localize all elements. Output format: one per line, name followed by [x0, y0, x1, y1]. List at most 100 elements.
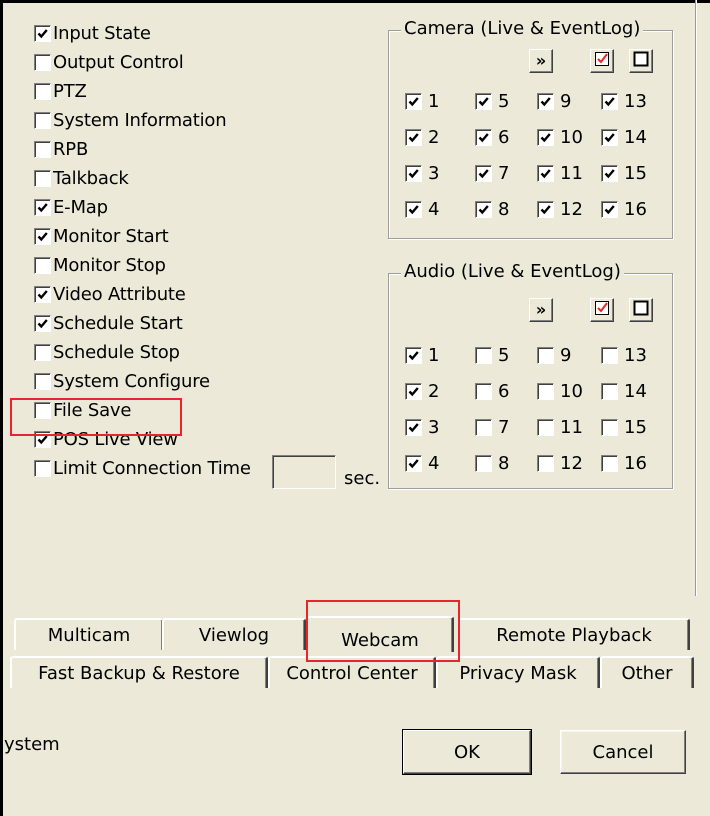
tab-webcam[interactable]: Webcam [306, 616, 454, 652]
audio-channel-checkbox[interactable] [405, 418, 422, 436]
audio-channel[interactable]: 7 [475, 416, 509, 438]
camera-next-button[interactable]: » [529, 49, 553, 73]
camera-channel-checkbox[interactable] [475, 164, 492, 182]
camera-channel[interactable]: 14 [601, 126, 647, 148]
permission-row[interactable]: PTZ [34, 78, 87, 105]
permission-row[interactable]: RPB [34, 136, 88, 163]
limit-connection-time-input[interactable] [272, 455, 336, 489]
camera-channel-checkbox[interactable] [601, 128, 618, 146]
audio-channel[interactable]: 15 [601, 416, 647, 438]
audio-channel[interactable]: 14 [601, 380, 647, 402]
audio-channel-checkbox[interactable] [475, 418, 492, 436]
camera-channel[interactable]: 2 [405, 126, 439, 148]
camera-channel-checkbox[interactable] [405, 164, 422, 182]
permission-row[interactable]: System Configure [34, 368, 210, 395]
camera-channel[interactable]: 11 [537, 162, 583, 184]
permission-checkbox[interactable] [34, 112, 51, 129]
permission-checkbox[interactable] [34, 54, 51, 71]
camera-channel-checkbox[interactable] [405, 200, 422, 218]
camera-channel[interactable]: 4 [405, 198, 439, 220]
camera-channel-checkbox[interactable] [537, 92, 554, 110]
camera-channel-checkbox[interactable] [537, 200, 554, 218]
permission-checkbox[interactable] [34, 170, 51, 187]
permission-row[interactable]: Monitor Start [34, 223, 169, 250]
permission-checkbox[interactable] [34, 199, 51, 216]
tab-control-center[interactable]: Control Center [268, 656, 436, 688]
audio-channel-checkbox[interactable] [405, 382, 422, 400]
camera-channel-checkbox[interactable] [405, 128, 422, 146]
camera-channel[interactable]: 12 [537, 198, 583, 220]
audio-channel-checkbox[interactable] [537, 454, 554, 472]
audio-select-all-button[interactable] [590, 298, 614, 322]
permission-checkbox[interactable] [34, 373, 51, 390]
permission-checkbox[interactable] [34, 344, 51, 361]
permission-row[interactable]: Schedule Stop [34, 339, 180, 366]
camera-channel-checkbox[interactable] [405, 92, 422, 110]
camera-channel-checkbox[interactable] [475, 128, 492, 146]
permission-row[interactable]: Limit Connection Time [34, 455, 251, 482]
audio-channel[interactable]: 16 [601, 452, 647, 474]
audio-channel[interactable]: 2 [405, 380, 439, 402]
permission-checkbox[interactable] [34, 460, 51, 477]
audio-channel[interactable]: 4 [405, 452, 439, 474]
audio-next-button[interactable]: » [529, 298, 553, 322]
audio-channel[interactable]: 6 [475, 380, 509, 402]
permission-checkbox[interactable] [34, 286, 51, 303]
audio-clear-all-button[interactable] [629, 298, 653, 322]
audio-channel[interactable]: 5 [475, 344, 509, 366]
audio-channel[interactable]: 9 [537, 344, 571, 366]
permission-row[interactable]: Talkback [34, 165, 129, 192]
audio-channel-checkbox[interactable] [601, 418, 618, 436]
audio-channel-checkbox[interactable] [475, 454, 492, 472]
tab-viewlog[interactable]: Viewlog [162, 618, 306, 650]
audio-channel[interactable]: 12 [537, 452, 583, 474]
audio-channel[interactable]: 11 [537, 416, 583, 438]
tab-other[interactable]: Other [600, 656, 694, 688]
permission-row[interactable]: E-Map [34, 194, 108, 221]
audio-channel-checkbox[interactable] [601, 382, 618, 400]
audio-channel-checkbox[interactable] [601, 346, 618, 364]
camera-channel-checkbox[interactable] [475, 200, 492, 218]
camera-channel-checkbox[interactable] [601, 164, 618, 182]
camera-channel[interactable]: 8 [475, 198, 509, 220]
tab-fast-backup-restore[interactable]: Fast Backup & Restore [10, 656, 268, 688]
permission-row[interactable]: Video Attribute [34, 281, 186, 308]
audio-channel-checkbox[interactable] [537, 418, 554, 436]
audio-channel-checkbox[interactable] [405, 346, 422, 364]
audio-channel-checkbox[interactable] [475, 382, 492, 400]
camera-channel-checkbox[interactable] [601, 92, 618, 110]
camera-channel[interactable]: 15 [601, 162, 647, 184]
permission-checkbox[interactable] [34, 431, 51, 448]
camera-channel[interactable]: 1 [405, 90, 439, 112]
camera-channel[interactable]: 10 [537, 126, 583, 148]
camera-channel-checkbox[interactable] [475, 92, 492, 110]
camera-clear-all-button[interactable] [629, 49, 653, 73]
cancel-button[interactable]: Cancel [560, 730, 686, 774]
camera-channel-checkbox[interactable] [537, 164, 554, 182]
permission-checkbox[interactable] [34, 228, 51, 245]
audio-channel[interactable]: 10 [537, 380, 583, 402]
camera-channel[interactable]: 3 [405, 162, 439, 184]
camera-channel[interactable]: 5 [475, 90, 509, 112]
camera-channel[interactable]: 9 [537, 90, 571, 112]
audio-channel-checkbox[interactable] [537, 346, 554, 364]
permission-checkbox[interactable] [34, 315, 51, 332]
permission-row[interactable]: Output Control [34, 49, 184, 76]
audio-channel[interactable]: 3 [405, 416, 439, 438]
permission-checkbox[interactable] [34, 83, 51, 100]
permission-row[interactable]: Monitor Stop [34, 252, 166, 279]
tab-privacy-mask[interactable]: Privacy Mask [436, 656, 600, 688]
permission-checkbox[interactable] [34, 402, 51, 419]
audio-channel[interactable]: 13 [601, 344, 647, 366]
camera-select-all-button[interactable] [590, 49, 614, 73]
permission-row[interactable]: Schedule Start [34, 310, 183, 337]
camera-channel[interactable]: 16 [601, 198, 647, 220]
permission-row[interactable]: File Save [34, 397, 131, 424]
audio-channel-checkbox[interactable] [601, 454, 618, 472]
audio-channel[interactable]: 1 [405, 344, 439, 366]
permission-row[interactable]: System Information [34, 107, 227, 134]
audio-channel-checkbox[interactable] [537, 382, 554, 400]
tab-remote-playback[interactable]: Remote Playback [458, 618, 690, 650]
permission-checkbox[interactable] [34, 25, 51, 42]
audio-channel[interactable]: 8 [475, 452, 509, 474]
